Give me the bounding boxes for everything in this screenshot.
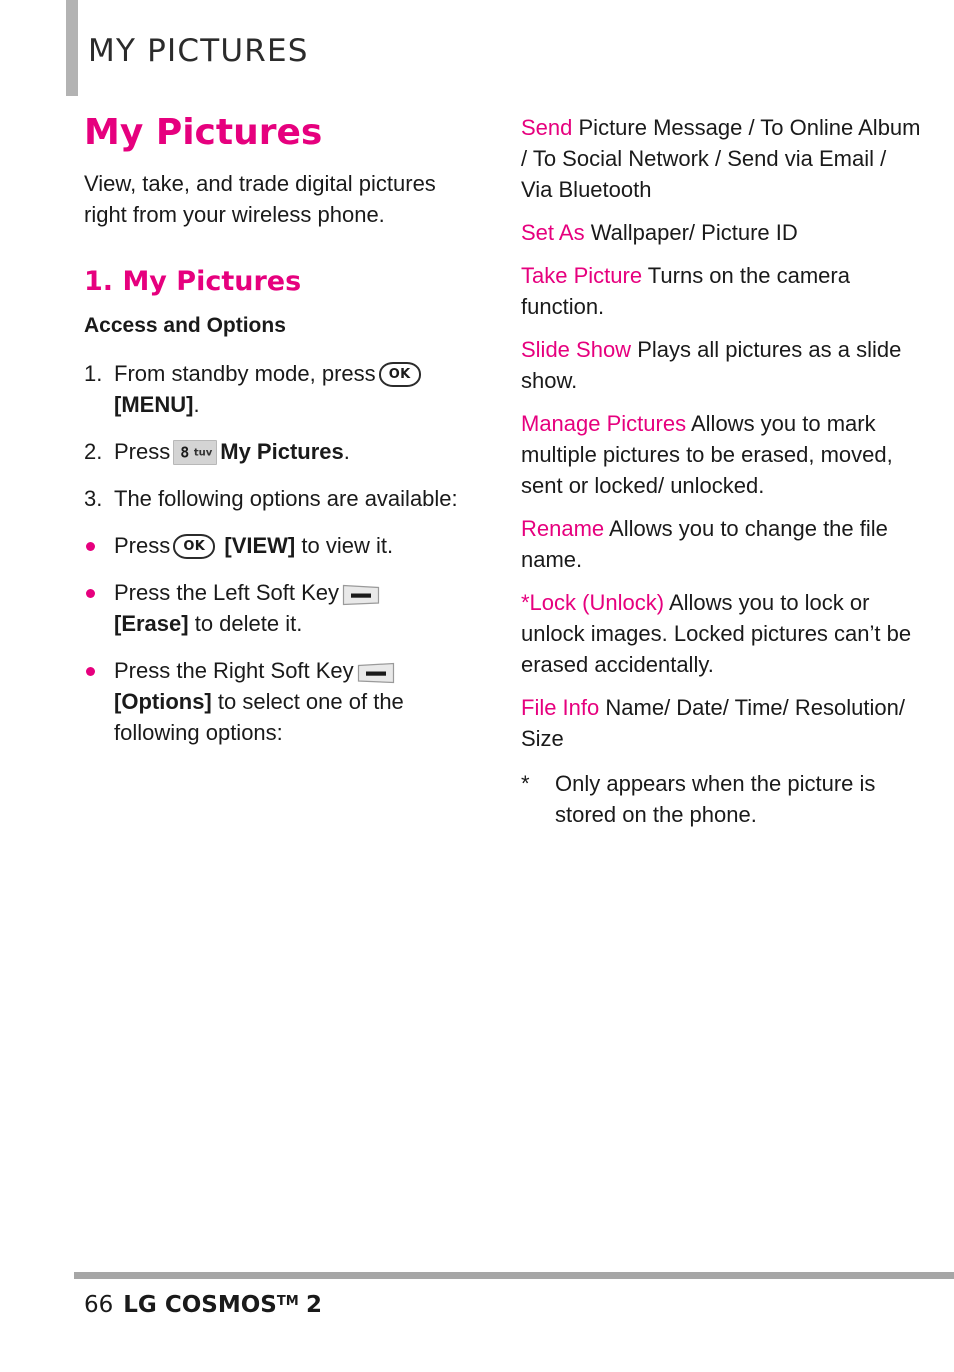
step-item: 3. The following options are available: xyxy=(84,483,462,514)
option-term: Slide Show xyxy=(521,337,632,362)
step-text: From standby mode, press xyxy=(114,361,376,386)
header-accent-bar xyxy=(66,0,78,96)
footnote-text: Only appears when the picture is stored … xyxy=(555,771,876,827)
bullet-dot-icon xyxy=(86,589,95,598)
step-item: 2. Press 8 tuv My Pictures. xyxy=(84,436,462,467)
page-number: 66 xyxy=(84,1292,114,1318)
bullet-text: Press the Left Soft Key xyxy=(114,580,340,605)
bullet-tail-text: to delete it. xyxy=(194,611,303,636)
option-entry: File Info Name/ Date/ Time/ Resolution/ … xyxy=(521,692,921,754)
page-title: My Pictures xyxy=(84,112,323,153)
option-entry: Set As Wallpaper/ Picture ID xyxy=(521,217,921,248)
ok-key-icon: OK xyxy=(378,362,421,387)
right-column: Send Picture Message / To Online Album /… xyxy=(521,112,921,830)
right-soft-key-icon xyxy=(357,662,395,684)
step-tail-text: . xyxy=(343,439,350,464)
bullet-text: Press xyxy=(114,533,171,558)
left-soft-key-icon xyxy=(342,584,380,606)
footer-model: 2 xyxy=(305,1292,322,1318)
option-term: Rename xyxy=(521,516,605,541)
option-term: *Lock (Unlock) xyxy=(521,590,665,615)
list-item: Press OK [VIEW] to view it. xyxy=(84,530,462,561)
footnote-marker: * xyxy=(521,771,530,796)
subsection-heading: Access and Options xyxy=(84,314,286,337)
option-entry: Send Picture Message / To Online Album /… xyxy=(521,112,921,205)
number-key-letters: tuv xyxy=(193,447,213,458)
bullet-text: Press the Right Soft Key xyxy=(114,658,354,683)
option-term: Take Picture xyxy=(521,263,643,288)
left-column: My Pictures View, take, and trade digita… xyxy=(84,112,462,764)
intro-paragraph: View, take, and trade digital pictures r… xyxy=(84,171,436,227)
bullet-bold-text: [VIEW] xyxy=(224,533,296,558)
ok-key-label: OK xyxy=(183,539,206,554)
option-term: File Info xyxy=(521,695,600,720)
running-header-title: MY PICTURES xyxy=(88,33,309,69)
bullet-dot-icon xyxy=(86,542,95,551)
number-key-8-icon: 8 tuv xyxy=(173,440,218,465)
bullet-dot-icon xyxy=(86,667,95,676)
step-number: 1. xyxy=(84,361,103,386)
footer-divider xyxy=(74,1272,954,1279)
option-entry: Manage Pictures Allows you to mark multi… xyxy=(521,408,921,501)
option-term: Set As xyxy=(521,220,585,245)
option-term: Send xyxy=(521,115,573,140)
footer-brand: LG COSMOS xyxy=(123,1292,277,1318)
step-bold-text: [MENU] xyxy=(114,392,194,417)
footer: 66 LG COSMOSTM 2 xyxy=(84,1292,322,1318)
footnote: * Only appears when the picture is store… xyxy=(521,768,921,830)
section-heading: 1. My Pictures xyxy=(84,266,302,297)
step-bold-text: My Pictures xyxy=(220,439,344,464)
bullet-bold-text: [Options] xyxy=(114,689,212,714)
option-entry: Take Picture Turns on the camera functio… xyxy=(521,260,921,322)
option-entry: Rename Allows you to change the file nam… xyxy=(521,513,921,575)
step-number: 3. xyxy=(84,486,103,511)
option-term: Manage Pictures xyxy=(521,411,687,436)
list-item: Press the Right Soft Key [Options] to se… xyxy=(84,655,462,748)
step-tail-text: . xyxy=(193,392,200,417)
step-text: The following options are available: xyxy=(114,486,458,511)
trademark-symbol: TM xyxy=(276,1294,299,1309)
ok-key-label: OK xyxy=(388,367,411,382)
bullet-bold-text: [Erase] xyxy=(114,611,189,636)
option-description: Wallpaper/ Picture ID xyxy=(584,220,798,245)
step-item: 1. From standby mode, press OK [MENU]. xyxy=(84,358,462,420)
step-number: 2. xyxy=(84,439,103,464)
list-item: Press the Left Soft Key [Erase] to delet… xyxy=(84,577,462,639)
bullet-tail-text: to view it. xyxy=(301,533,394,558)
step-text: Press xyxy=(114,439,171,464)
option-entry: Slide Show Plays all pictures as a slide… xyxy=(521,334,921,396)
ok-key-icon: OK xyxy=(173,534,216,559)
option-entry: *Lock (Unlock) Allows you to lock or unl… xyxy=(521,587,921,680)
option-description: Picture Message / To Online Album / To S… xyxy=(521,115,921,202)
number-key-digit: 8 xyxy=(180,443,190,461)
